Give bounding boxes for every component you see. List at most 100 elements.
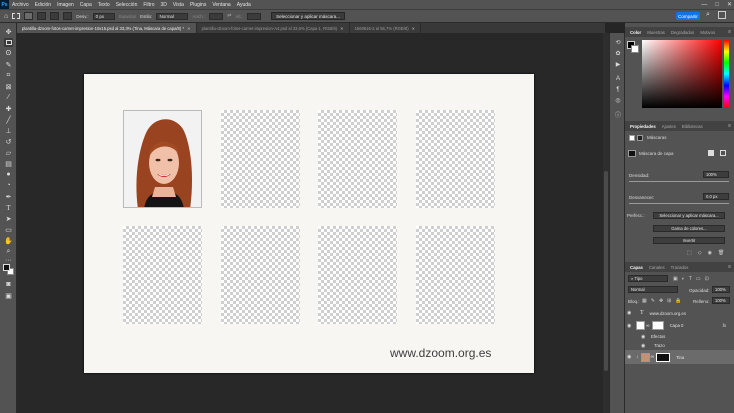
tab-gradients[interactable]: Degradados bbox=[668, 30, 697, 35]
filter-shape-icon[interactable]: ▭ bbox=[696, 276, 701, 282]
visibility-eye-icon[interactable]: ◉ bbox=[627, 354, 634, 360]
history-brush-tool-icon[interactable]: ↺ bbox=[4, 137, 13, 146]
brush-settings-icon[interactable]: ✿ bbox=[613, 49, 623, 58]
photo-slot-8[interactable] bbox=[416, 226, 495, 324]
path-select-tool-icon[interactable]: ➤ bbox=[4, 214, 13, 223]
filter-smart-icon[interactable]: ⊡ bbox=[705, 276, 709, 282]
search-icon[interactable]: ⌕ bbox=[706, 11, 710, 19]
glyphs-icon[interactable]: ◎ bbox=[613, 96, 623, 105]
menu-3d[interactable]: 3D bbox=[158, 2, 170, 8]
fx-icon[interactable]: fx bbox=[723, 323, 726, 328]
menu-ayuda[interactable]: Ayuda bbox=[234, 2, 254, 8]
zoom-tool-icon[interactable]: ⌕ bbox=[4, 247, 13, 256]
dodge-tool-icon[interactable]: ◔ bbox=[4, 181, 13, 190]
select-and-mask-button[interactable]: Seleccionar y aplicar máscara... bbox=[653, 212, 725, 219]
close-icon[interactable]: ✕ bbox=[727, 1, 732, 8]
menu-texto[interactable]: Texto bbox=[95, 2, 113, 8]
menu-imagen[interactable]: Imagen bbox=[54, 2, 77, 8]
share-button[interactable]: Compartir bbox=[676, 12, 700, 20]
photo-slot-portrait[interactable] bbox=[123, 110, 202, 208]
menu-seleccion[interactable]: Selección bbox=[113, 2, 141, 8]
apply-mask-icon[interactable]: ◇ bbox=[698, 250, 702, 256]
visibility-eye-icon[interactable]: ◉ bbox=[641, 343, 648, 349]
feather-input[interactable]: 0,0 px bbox=[703, 193, 729, 200]
lock-pixels-icon[interactable]: ▦ bbox=[642, 298, 647, 304]
maximize-icon[interactable]: □ bbox=[715, 2, 719, 8]
delete-mask-icon[interactable]: 🗑 bbox=[718, 250, 724, 256]
minimize-icon[interactable]: — bbox=[701, 2, 707, 8]
frame-tool-icon[interactable]: ⊠ bbox=[4, 82, 13, 91]
menu-vista[interactable]: Vista bbox=[170, 2, 187, 8]
menu-plugins[interactable]: Plugins bbox=[187, 2, 209, 8]
lock-position-icon[interactable]: ✥ bbox=[659, 298, 663, 304]
filter-type-icon[interactable]: T bbox=[689, 276, 692, 282]
select-and-mask-button[interactable]: Seleccionar y aplicar máscara... bbox=[271, 12, 345, 20]
disable-mask-icon[interactable]: ◉ bbox=[708, 250, 712, 256]
feather-slider[interactable] bbox=[629, 203, 729, 204]
fill-input[interactable]: 100% bbox=[712, 297, 730, 304]
tab-channels[interactable]: Canales bbox=[646, 265, 668, 270]
tab-swatches[interactable]: Muestras bbox=[644, 30, 668, 35]
tab-properties[interactable]: Propiedades bbox=[627, 124, 659, 129]
feather-input[interactable]: 0 px bbox=[92, 12, 115, 20]
eraser-tool-icon[interactable]: ▱ bbox=[4, 148, 13, 157]
menu-archivo[interactable]: Archivo bbox=[9, 2, 32, 8]
density-slider[interactable] bbox=[629, 181, 729, 182]
layer-filter-select[interactable]: ⌕ Tipo bbox=[628, 275, 668, 282]
quick-mask-icon[interactable]: ◙ bbox=[4, 280, 13, 289]
tab-a4[interactable]: plantilla-dzoom-fotos-carnet-impresion-A… bbox=[196, 23, 350, 33]
tab-adjustments[interactable]: Ajustes bbox=[659, 124, 679, 129]
lasso-tool-icon[interactable]: ʘ bbox=[4, 49, 13, 58]
quick-select-tool-icon[interactable]: ✎ bbox=[4, 60, 13, 69]
hand-tool-icon[interactable]: ✋ bbox=[4, 236, 13, 245]
move-tool-icon[interactable]: ✥ bbox=[4, 27, 13, 36]
tab-libraries[interactable]: Bibliotecas bbox=[679, 124, 706, 129]
gradient-tool-icon[interactable]: ▤ bbox=[4, 159, 13, 168]
tab-color[interactable]: Color bbox=[627, 30, 644, 35]
photo-slot-5[interactable] bbox=[123, 226, 202, 324]
tab-1560616[interactable]: 1560616-2 al 56,7% (RGB/8) ✕ bbox=[349, 23, 422, 33]
antialias-label[interactable]: Suavizar bbox=[119, 14, 137, 19]
photo-slot-3[interactable] bbox=[318, 110, 397, 208]
visibility-eye-icon[interactable]: ◉ bbox=[641, 334, 648, 340]
close-tab-icon[interactable]: ✕ bbox=[340, 26, 344, 31]
photo-slot-4[interactable] bbox=[416, 110, 495, 208]
blur-tool-icon[interactable]: ● bbox=[4, 170, 13, 179]
history-icon[interactable]: ⟲ bbox=[613, 38, 623, 47]
info-icon[interactable]: ⓘ bbox=[613, 110, 623, 119]
menu-edicion[interactable]: Edición bbox=[32, 2, 54, 8]
close-tab-icon[interactable]: ✕ bbox=[187, 26, 191, 31]
brush-tool-icon[interactable]: ╱ bbox=[4, 115, 13, 124]
workspace-icon[interactable] bbox=[718, 11, 726, 19]
menu-ventana[interactable]: Ventana bbox=[209, 2, 233, 8]
menu-capa[interactable]: Capa bbox=[77, 2, 95, 8]
new-selection-icon[interactable] bbox=[24, 12, 34, 20]
screen-mode-icon[interactable]: ▣ bbox=[4, 291, 13, 300]
stamp-tool-icon[interactable]: ⊥ bbox=[4, 126, 13, 135]
tab-layers[interactable]: Capas bbox=[627, 265, 646, 270]
width-input[interactable] bbox=[209, 12, 224, 20]
opacity-input[interactable]: 100% bbox=[712, 286, 730, 293]
load-selection-icon[interactable]: ⬚ bbox=[687, 250, 692, 256]
paragraph-icon[interactable]: ¶ bbox=[613, 85, 623, 94]
healing-tool-icon[interactable]: ✚ bbox=[4, 104, 13, 113]
style-select[interactable]: Normal bbox=[156, 12, 189, 20]
crop-tool-icon[interactable]: ⌗ bbox=[4, 71, 13, 80]
blend-mode-select[interactable]: Normal bbox=[628, 286, 678, 293]
character-icon[interactable]: A bbox=[613, 74, 623, 83]
panel-menu-icon[interactable]: ≡ bbox=[728, 123, 731, 129]
menu-filtro[interactable]: Filtro bbox=[140, 2, 157, 8]
layer-row-tina[interactable]: ◉ ↓ ∞ Tina bbox=[625, 350, 734, 364]
layer-row-capa0[interactable]: ◉ ∞ Capa 0 fx bbox=[625, 319, 734, 332]
add-selection-icon[interactable] bbox=[37, 12, 47, 20]
add-vector-mask-icon[interactable] bbox=[720, 150, 726, 156]
actions-icon[interactable]: ▶ bbox=[613, 60, 623, 69]
close-tab-icon[interactable]: ✕ bbox=[412, 26, 416, 31]
marquee-tool-icon[interactable] bbox=[4, 38, 13, 47]
density-input[interactable]: 100% bbox=[703, 171, 729, 178]
photo-slot-6[interactable] bbox=[221, 226, 300, 324]
lock-artboard-icon[interactable]: ⊞ bbox=[667, 298, 671, 304]
home-icon[interactable]: ⌂ bbox=[4, 13, 8, 20]
color-range-button[interactable]: Gama de colores... bbox=[653, 225, 725, 232]
type-tool-icon[interactable]: T bbox=[4, 203, 13, 212]
